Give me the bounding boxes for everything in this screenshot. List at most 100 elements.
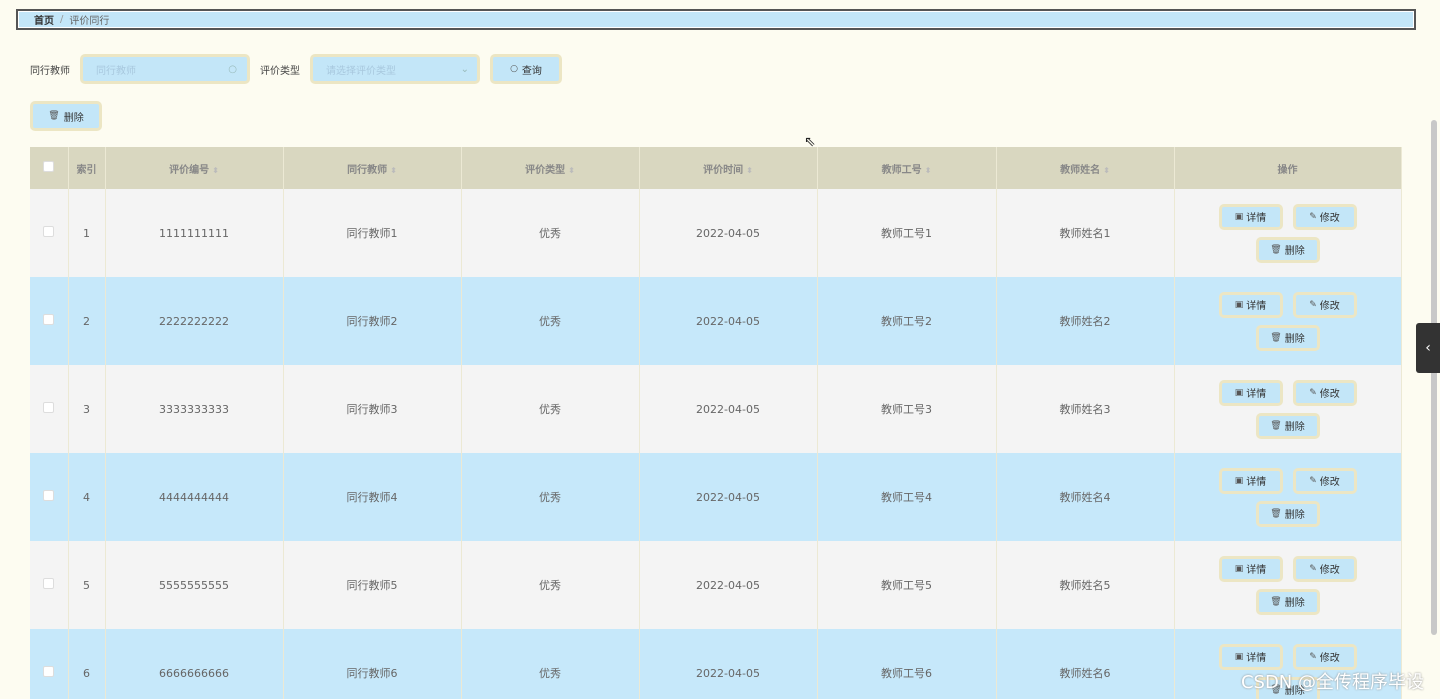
cell-teacher: 同行教师6 (283, 629, 462, 699)
cell-name: 教师姓名2 (996, 277, 1175, 365)
row-actions: ▣ 详情 ✎ 修改 🗑 删除 (1174, 453, 1402, 541)
cell-teacher: 同行教师2 (283, 277, 462, 365)
detail-button[interactable]: ▣ 详情 (1218, 379, 1283, 406)
cell-name: 教师姓名6 (996, 629, 1175, 699)
cell-time: 2022-04-05 (639, 629, 818, 699)
edit-button[interactable]: ✎ 修改 (1292, 467, 1357, 494)
side-panel-toggle[interactable]: ‹ (1416, 323, 1440, 373)
edit-button[interactable]: ✎ 修改 (1292, 379, 1357, 406)
edit-button-label: 修改 (1319, 301, 1340, 312)
row-actions: ▣ 详情 ✎ 修改 🗑 删除 (1174, 277, 1402, 365)
delete-button[interactable]: 🗑 删除 (1255, 236, 1320, 263)
delete-button-label: 删除 (1284, 334, 1305, 345)
edit-button[interactable]: ✎ 修改 (1292, 291, 1357, 318)
detail-button-label: 详情 (1246, 565, 1267, 576)
detail-button-label: 详情 (1246, 477, 1267, 488)
sort-icon[interactable]: ⬍ (746, 166, 753, 175)
header-teacher[interactable]: 同行教师 ⬍ (283, 147, 462, 189)
cell-index: 5 (68, 541, 106, 629)
detail-button[interactable]: ▣ 详情 (1218, 203, 1283, 230)
document-icon: ▣ (1234, 563, 1244, 574)
cell-teacher: 同行教师3 (283, 365, 462, 453)
table-row: 5 5555555555 同行教师5 优秀 2022-04-05 教师工号5 教师姓名5 ▣ 详… (30, 541, 1402, 629)
cell-type: 优秀 (461, 453, 640, 541)
detail-button[interactable]: ▣ 详情 (1218, 643, 1283, 670)
detail-button[interactable]: ▣ 详情 (1218, 555, 1283, 582)
edit-button-label: 修改 (1319, 477, 1340, 488)
row-checkbox[interactable] (43, 578, 55, 589)
watermark: CSDN @全传程序毕设 (1240, 672, 1424, 693)
cell-type: 优秀 (461, 629, 640, 699)
delete-button-label: 删除 (1284, 598, 1305, 609)
row-checkbox[interactable] (43, 666, 55, 677)
pencil-icon: ✎ (1309, 299, 1317, 310)
delete-button[interactable]: 🗑 删除 (1255, 588, 1320, 615)
edit-button[interactable]: ✎ 修改 (1292, 643, 1357, 670)
edit-button[interactable]: ✎ 修改 (1292, 203, 1357, 230)
query-button[interactable]: ○ 查询 (490, 54, 562, 84)
type-select[interactable]: 请选择评价类型 ⌄ (310, 54, 480, 84)
sort-icon[interactable]: ⬍ (568, 166, 575, 175)
cell-job-no: 教师工号3 (817, 365, 997, 453)
search-icon: ○ (228, 63, 237, 75)
edit-button-label: 修改 (1319, 565, 1340, 576)
document-icon: ▣ (1234, 299, 1244, 310)
row-checkbox[interactable] (43, 490, 55, 501)
edit-button-label: 修改 (1319, 213, 1340, 224)
cell-type: 优秀 (461, 277, 640, 365)
edit-button[interactable]: ✎ 修改 (1292, 555, 1357, 582)
sort-icon[interactable]: ⬍ (925, 166, 932, 175)
cell-code: 2222222222 (105, 277, 284, 365)
detail-button-label: 详情 (1246, 653, 1267, 664)
select-all-checkbox[interactable] (43, 161, 55, 172)
sort-icon[interactable]: ⬍ (1103, 166, 1110, 175)
row-select-cell (30, 453, 69, 541)
pencil-icon: ✎ (1309, 475, 1317, 486)
cell-index: 1 (68, 189, 106, 277)
row-checkbox[interactable] (43, 226, 55, 237)
header-time[interactable]: 评价时间 ⬍ (639, 147, 818, 189)
delete-button[interactable]: 🗑 删除 (1255, 324, 1320, 351)
teacher-search-input[interactable]: 同行教师 ○ (80, 54, 250, 84)
row-select-cell (30, 189, 69, 277)
sort-icon[interactable]: ⬍ (390, 166, 397, 175)
header-code[interactable]: 评价编号 ⬍ (105, 147, 284, 189)
row-checkbox[interactable] (43, 314, 55, 325)
header-name[interactable]: 教师姓名 ⬍ (996, 147, 1175, 189)
batch-delete-button[interactable]: 🗑 删除 (30, 101, 102, 131)
sort-icon[interactable]: ⬍ (212, 166, 219, 175)
header-index: 索引 (68, 147, 106, 189)
cell-code: 1111111111 (105, 189, 284, 277)
header-type[interactable]: 评价类型 ⬍ (461, 147, 640, 189)
select-all-cell (30, 147, 69, 189)
delete-button[interactable]: 🗑 删除 (1255, 500, 1320, 527)
edit-button-label: 修改 (1319, 389, 1340, 400)
header-job-no[interactable]: 教师工号 ⬍ (817, 147, 997, 189)
trash-icon: 🗑 (1270, 332, 1282, 343)
cell-name: 教师姓名3 (996, 365, 1175, 453)
cell-job-no: 教师工号4 (817, 453, 997, 541)
document-icon: ▣ (1234, 387, 1244, 398)
delete-button[interactable]: 🗑 删除 (1255, 412, 1320, 439)
detail-button[interactable]: ▣ 详情 (1218, 291, 1283, 318)
cell-time: 2022-04-05 (639, 541, 818, 629)
breadcrumb-home[interactable]: 首页 (34, 12, 54, 27)
table-row: 4 4444444444 同行教师4 优秀 2022-04-05 教师工号4 教师姓名4 ▣ 详… (30, 453, 1402, 541)
cell-index: 3 (68, 365, 106, 453)
type-filter-label: 评价类型 (260, 65, 300, 77)
cell-teacher: 同行教师1 (283, 189, 462, 277)
trash-icon: 🗑 (1270, 244, 1282, 255)
row-checkbox[interactable] (43, 402, 55, 413)
search-icon: ○ (510, 64, 518, 74)
cell-job-no: 教师工号2 (817, 277, 997, 365)
cell-time: 2022-04-05 (639, 365, 818, 453)
detail-button[interactable]: ▣ 详情 (1218, 467, 1283, 494)
row-actions: ▣ 详情 ✎ 修改 🗑 删除 (1174, 365, 1402, 453)
detail-button-label: 详情 (1246, 301, 1267, 312)
cell-job-no: 教师工号1 (817, 189, 997, 277)
cell-time: 2022-04-05 (639, 189, 818, 277)
breadcrumb-separator: / (60, 14, 64, 25)
cell-name: 教师姓名1 (996, 189, 1175, 277)
header-teacher-label: 同行教师 (347, 164, 388, 176)
vertical-scrollbar[interactable] (1431, 120, 1437, 635)
